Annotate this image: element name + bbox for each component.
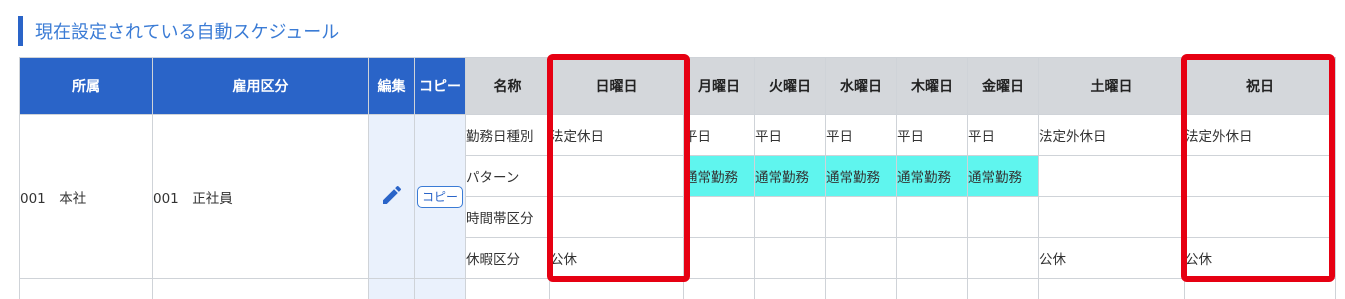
cell-time-zone-wednesday	[825, 196, 897, 238]
employment-type-cell: 001 正社員	[152, 114, 369, 279]
row-label-pattern: パターン	[465, 155, 550, 197]
header-edit: 編集	[368, 57, 415, 115]
cutoff-cell	[1038, 278, 1185, 299]
section-title-text: 現在設定されている自動スケジュール	[35, 22, 340, 43]
header-employment-type: 雇用区分	[152, 57, 369, 115]
cell-time-zone-sunday	[549, 196, 684, 238]
cell-time-zone-friday	[967, 196, 1039, 238]
cell-pattern-tuesday: 通常勤務	[754, 155, 826, 197]
header-holiday: 祝日	[1184, 57, 1336, 115]
cutoff-cell	[967, 278, 1039, 299]
header-thursday: 木曜日	[896, 57, 968, 115]
copy-cell: コピー	[414, 114, 466, 279]
cell-day-type-tuesday: 平日	[754, 114, 826, 156]
cutoff-cell	[683, 278, 755, 299]
cell-leave-sunday: 公休	[549, 237, 684, 279]
cutoff-cell	[549, 278, 684, 299]
cell-time-zone-tuesday	[754, 196, 826, 238]
row-label-day-type: 勤務日種別	[465, 114, 550, 156]
cell-day-type-sunday: 法定休日	[549, 114, 684, 156]
cell-pattern-monday: 通常勤務	[683, 155, 755, 197]
cell-day-type-thursday: 平日	[896, 114, 968, 156]
cell-leave-holiday: 公休	[1184, 237, 1336, 279]
header-monday: 月曜日	[683, 57, 755, 115]
header-saturday: 土曜日	[1038, 57, 1185, 115]
header-wednesday: 水曜日	[825, 57, 897, 115]
table-row-partial	[19, 278, 1336, 299]
cell-time-zone-saturday	[1038, 196, 1185, 238]
header-copy: コピー	[414, 57, 466, 115]
section-title-bar	[18, 16, 23, 46]
header-sunday: 日曜日	[549, 57, 684, 115]
copy-button[interactable]: コピー	[416, 185, 463, 208]
cell-pattern-holiday	[1184, 155, 1336, 197]
cell-leave-monday	[683, 237, 755, 279]
cutoff-cell	[19, 278, 153, 299]
cell-day-type-wednesday: 平日	[825, 114, 897, 156]
header-tuesday: 火曜日	[754, 57, 826, 115]
cell-time-zone-monday	[683, 196, 755, 238]
cell-day-type-holiday: 法定外休日	[1184, 114, 1336, 156]
header-name: 名称	[465, 57, 550, 115]
header-friday: 金曜日	[967, 57, 1039, 115]
cell-leave-thursday	[896, 237, 968, 279]
cutoff-cell	[465, 278, 550, 299]
affiliation-cell: 001 本社	[19, 114, 153, 279]
cell-pattern-wednesday: 通常勤務	[825, 155, 897, 197]
cell-pattern-friday: 通常勤務	[967, 155, 1039, 197]
cell-leave-wednesday	[825, 237, 897, 279]
cell-pattern-thursday: 通常勤務	[896, 155, 968, 197]
pencil-icon[interactable]	[380, 183, 404, 207]
cutoff-cell	[1184, 278, 1336, 299]
cell-pattern-saturday	[1038, 155, 1185, 197]
cutoff-cell	[825, 278, 897, 299]
cell-leave-tuesday	[754, 237, 826, 279]
cell-leave-friday	[967, 237, 1039, 279]
cutoff-cell	[368, 278, 415, 299]
cell-pattern-sunday	[549, 155, 684, 197]
table-row: 001 本社 001 正社員 コピー 勤務日種別 法定休日 平日 平日 平日 平…	[19, 114, 1336, 279]
edit-cell	[368, 114, 415, 279]
row-label-leave-type: 休暇区分	[465, 237, 550, 279]
cutoff-cell	[896, 278, 968, 299]
cell-time-zone-thursday	[896, 196, 968, 238]
schedule-table: 所属 雇用区分 編集 コピー 名称 日曜日 月曜日 火曜日 水曜日 木曜日 金曜…	[19, 57, 1336, 299]
cutoff-cell	[152, 278, 369, 299]
cell-day-type-friday: 平日	[967, 114, 1039, 156]
cell-leave-saturday: 公休	[1038, 237, 1185, 279]
header-affiliation: 所属	[19, 57, 153, 115]
row-label-time-zone: 時間帯区分	[465, 196, 550, 238]
cell-day-type-monday: 平日	[683, 114, 755, 156]
cell-time-zone-holiday	[1184, 196, 1336, 238]
cutoff-cell	[754, 278, 826, 299]
cutoff-cell	[414, 278, 466, 299]
section-title: 現在設定されている自動スケジュール	[18, 14, 339, 48]
header-row: 所属 雇用区分 編集 コピー 名称 日曜日 月曜日 火曜日 水曜日 木曜日 金曜…	[19, 57, 1336, 115]
cell-day-type-saturday: 法定外休日	[1038, 114, 1185, 156]
